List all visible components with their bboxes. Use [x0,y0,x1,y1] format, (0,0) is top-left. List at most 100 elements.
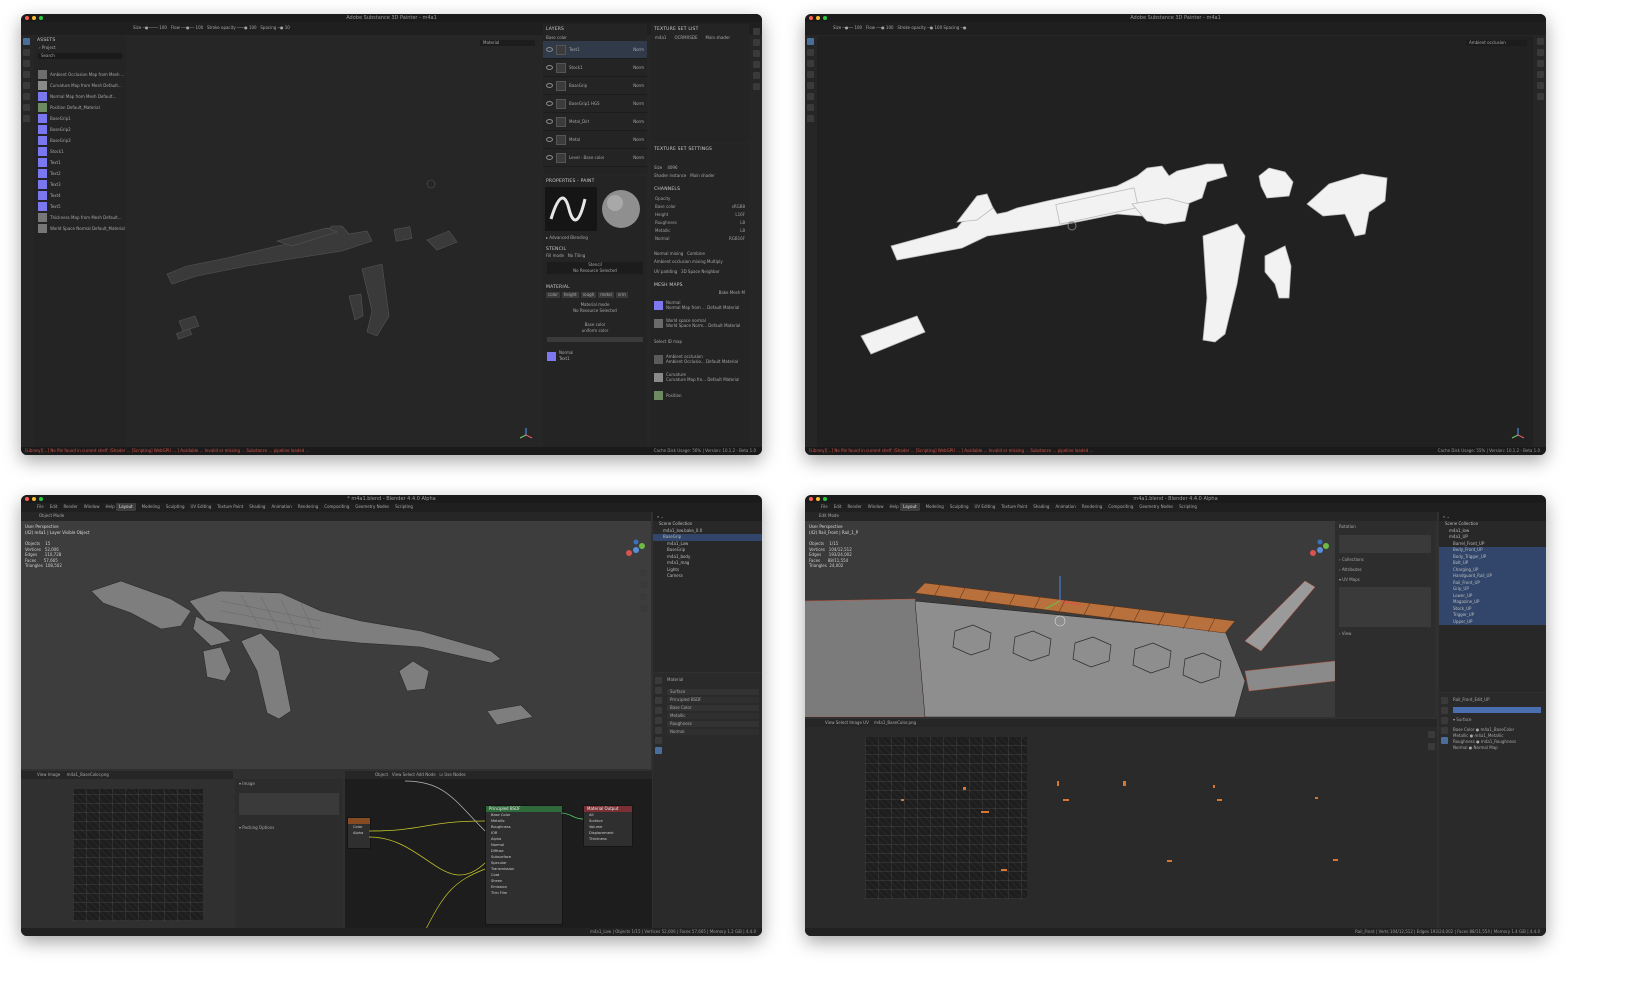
render-tab-icon[interactable] [1441,707,1448,714]
menu-window[interactable]: Window [84,503,100,511]
brush-settings[interactable]: Size ─●── 100 Flow ──● 100 Stroke opacit… [833,25,1053,31]
workspace-tab-texture-paint[interactable]: Texture Paint [217,503,243,511]
log-icon[interactable] [1537,93,1544,100]
layer-blend[interactable]: Norm [633,101,647,107]
menu-edit[interactable]: Edit [834,503,842,511]
object-tab-icon[interactable] [1441,727,1448,734]
color-picker-icon[interactable] [23,104,30,111]
zoom-icon[interactable] [1428,731,1435,738]
paint-brush-icon[interactable] [807,38,814,45]
workspace-tab-texture-paint[interactable]: Texture Paint [1001,503,1027,511]
log-icon[interactable] [753,83,760,90]
material-tab-icon[interactable] [655,747,662,754]
tool-tab-icon[interactable] [655,677,662,684]
asset-item[interactable]: World Space Normal Default_Material [34,223,126,234]
image-texture-node[interactable]: Color Alpha [347,817,371,849]
smudge-icon[interactable] [23,82,30,89]
shader-node-editor[interactable]: Object View Select Add Node ☑ Use Nodes … [345,771,652,928]
workspace-tab-shading[interactable]: Shading [1033,503,1049,511]
workspace-tab-rendering[interactable]: Rendering [298,503,318,511]
projection-icon[interactable] [807,60,814,67]
property-row[interactable]: Normal [667,729,759,735]
sidebar-attributes[interactable]: › Attributes [1335,565,1435,575]
pan-hand-icon[interactable] [1428,743,1435,750]
clone-icon[interactable] [23,93,30,100]
texture-colorspace[interactable]: ▾ Packing Options [235,819,343,837]
mesh-map-row[interactable]: World space normal World Space Norm... De… [651,314,749,332]
layers-icon[interactable] [1537,49,1544,56]
layer-blend[interactable]: Norm [633,119,647,125]
minimize-icon[interactable] [32,497,36,501]
property-row[interactable]: Surface [667,689,759,695]
stencil-slot[interactable]: Stencil No Resource Selected [547,262,643,274]
zoom-icon[interactable] [823,497,827,501]
material-output-node[interactable]: Material Output All Surface Volume Displace… [583,805,633,847]
layer-row[interactable]: Metal Norm [543,131,647,149]
base-color-swatch[interactable] [547,337,643,342]
workspace-tab-compositing[interactable]: Compositing [1108,503,1133,511]
layers-icon[interactable] [753,39,760,46]
clone-icon[interactable] [807,93,814,100]
asset-item[interactable]: Curvature Map from Mesh Default... [34,80,126,91]
asset-item[interactable]: Text1 [34,157,126,168]
asset-item[interactable]: Text2 [34,168,126,179]
visibility-eye-icon[interactable] [546,137,553,142]
viewport-3d[interactable]: User Perspective (42) Rail_Front | Rail_… [805,521,1335,717]
workspace-tab-layout[interactable]: Layout [116,503,136,511]
layer-row[interactable]: BaseGrip Norm [543,77,647,95]
color-picker-icon[interactable] [807,104,814,111]
viewport-mode-select[interactable]: Ambient occlusion [1466,40,1527,46]
mesh-map-row[interactable]: Normal Normal Map from ... Default Materi… [651,296,749,314]
asset-item[interactable]: Text4 [34,190,126,201]
menu-render[interactable]: Render [847,503,861,511]
asset-item[interactable]: Text3 [34,179,126,190]
viewport-mode-select[interactable]: Material [480,40,535,46]
menu-help[interactable]: Help [889,503,898,511]
uv-map-buttons[interactable] [1339,587,1431,627]
mode-select[interactable]: Object Mode [39,513,64,519]
uv-editor[interactable]: View Select Image UV m4a1_BaseColor.png [805,719,1437,928]
menu-file[interactable]: File [37,503,44,511]
workspace-tab-scripting[interactable]: Scripting [395,503,413,511]
ortho-grid-icon[interactable] [640,605,647,612]
menu-render[interactable]: Render [63,503,77,511]
workspace-tab-rendering[interactable]: Rendering [1082,503,1102,511]
texture-set-icon[interactable] [1537,38,1544,45]
texture-set-icon[interactable] [753,28,760,35]
layer-row[interactable]: Text1 Norm [543,41,647,59]
sidebar-uv-maps[interactable]: ▾ UV Maps [1335,575,1435,585]
channel-row[interactable]: Normal RGB16F [651,235,749,243]
shader-row[interactable]: Shader instance Main shader [651,171,749,181]
workspace-tab-compositing[interactable]: Compositing [324,503,349,511]
output-socket[interactable]: Thickness [584,836,632,842]
workspace-tab-geometry-nodes[interactable]: Geometry Nodes [355,503,389,511]
polygon-fill-icon[interactable] [807,71,814,78]
channel-toggle-nrm[interactable]: nrm [615,292,628,298]
display-settings-icon[interactable] [753,50,760,57]
property-row[interactable]: Metallic [667,713,759,719]
channel-format[interactable]: L16F [735,211,745,219]
scene-tab-icon[interactable] [1441,717,1448,724]
asset-item[interactable]: Normal Map from Mesh Default... [34,91,126,102]
workspace-tab-geometry-nodes[interactable]: Geometry Nodes [1139,503,1173,511]
layer-row[interactable]: Stock1 Norm [543,59,647,77]
object-tab-icon[interactable] [655,727,662,734]
visibility-eye-icon[interactable] [546,101,553,106]
material-mode[interactable]: Material mode No Resource Selected [543,302,647,314]
assets-project-tab[interactable]: › Project [34,45,126,51]
pan-hand-icon[interactable] [640,581,647,588]
world-tab-icon[interactable] [655,717,662,724]
asset-item[interactable]: BaseGrip3 [34,135,126,146]
sidebar-view[interactable]: › View [1335,629,1435,639]
scene-tab-icon[interactable] [655,707,662,714]
projection-icon[interactable] [23,60,30,67]
workspace-tab-uv-editing[interactable]: UV Editing [191,503,212,511]
render-tab-icon[interactable] [655,687,662,694]
asset-item[interactable]: Thickness Map from Mesh Default... [34,212,126,223]
mode-select[interactable]: Edit Mode [819,513,839,519]
asset-item[interactable]: Text5 [34,201,126,212]
visibility-eye-icon[interactable] [546,65,553,70]
polygon-fill-icon[interactable] [23,71,30,78]
mesh-map-row[interactable]: Curvature Curvature Map fro... Default Ma… [651,368,749,386]
channel-row[interactable]: Height L16F [651,211,749,219]
